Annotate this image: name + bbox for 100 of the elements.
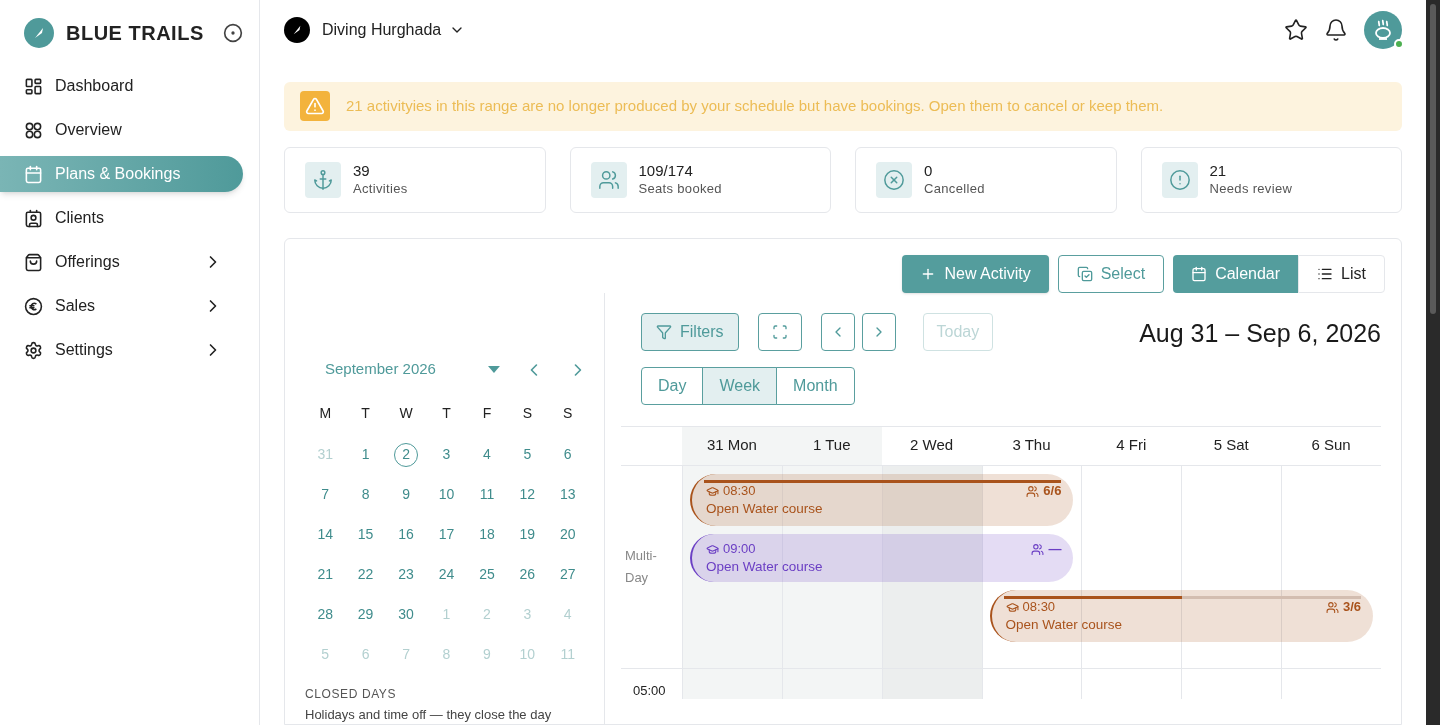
section-heading: CLOSED DAYS [305, 685, 398, 703]
calendar-day[interactable]: 17 [434, 522, 459, 547]
day-header: 2 Wed [881, 426, 982, 466]
users-icon [1026, 484, 1040, 498]
bell-icon[interactable] [1324, 17, 1348, 42]
calendar-day[interactable]: 8 [353, 482, 378, 507]
bag-icon [24, 252, 43, 272]
calendar-icon [24, 164, 43, 184]
calendar-day[interactable]: 29 [353, 602, 378, 627]
prev-week-button[interactable] [820, 312, 855, 351]
range-tab[interactable]: Day [641, 366, 704, 405]
filter-icon [656, 323, 672, 340]
contact-book-icon [24, 208, 43, 228]
nav-item[interactable]: Dashboard [0, 68, 243, 104]
weekday-label: S [521, 403, 533, 423]
event-bar-segment[interactable] [690, 473, 782, 526]
workspace-selector[interactable]: Diving Hurghada [322, 17, 466, 42]
nav-item[interactable]: Overview [0, 112, 243, 148]
calendar-day[interactable]: 25 [474, 562, 499, 587]
stat-value: 21 [1209, 162, 1228, 181]
calendar-day[interactable]: 21 [313, 562, 338, 587]
calendar-day[interactable]: 18 [474, 522, 499, 547]
day-header: 3 Thu [981, 426, 1082, 466]
event-time: 09:00 [723, 540, 756, 559]
stat-value: 39 [353, 162, 371, 181]
calendar-day[interactable]: 5 [515, 442, 540, 467]
event-time: 08:30 [723, 482, 756, 501]
euro-icon [24, 296, 43, 316]
stat-label: Needs review [1209, 180, 1293, 197]
weekday-label: W [398, 403, 414, 423]
star-icon[interactable] [1284, 17, 1308, 42]
calendar-day[interactable]: 20 [555, 522, 580, 547]
calendar-day[interactable]: 10 [434, 482, 459, 507]
day-header: 6 Sun [1281, 426, 1381, 466]
calendar-day[interactable]: 23 [394, 562, 419, 587]
nav-item[interactable]: Sales [0, 288, 243, 324]
calendar-day[interactable]: 28 [313, 602, 338, 627]
calendar-day[interactable]: 1 [353, 442, 378, 467]
calendar-day[interactable]: 15 [353, 522, 378, 547]
filters-button[interactable]: Filters [641, 312, 739, 351]
event-title: Open Water course [1005, 616, 1124, 634]
event-bar-segment[interactable] [1081, 589, 1182, 642]
event-bar-segment[interactable] [989, 589, 1082, 642]
feather-icon [292, 24, 302, 35]
nav-item[interactable]: Offerings [0, 244, 243, 280]
calendar-day[interactable]: 12 [515, 482, 540, 507]
calendar-day[interactable]: 30 [394, 602, 419, 627]
event-bar-segment[interactable] [690, 533, 782, 582]
event-bar-segment[interactable] [781, 533, 882, 582]
weekday-label: S [562, 403, 574, 423]
calendar-day[interactable]: 13 [555, 482, 580, 507]
range-tab[interactable]: Week [702, 366, 778, 405]
event-time: 08:30 [1022, 598, 1056, 617]
event-bar-segment[interactable] [1281, 589, 1373, 642]
nav-item[interactable]: Plans & Bookings [0, 156, 243, 192]
calendar-day[interactable]: 14 [313, 522, 338, 547]
calendar-day[interactable]: 7 [313, 482, 338, 507]
next-week-button[interactable] [861, 312, 896, 351]
user-avatar[interactable] [1364, 10, 1402, 49]
graduation-cap-icon [706, 484, 719, 498]
weekday-label: T [441, 403, 452, 423]
calendar-day[interactable]: 22 [353, 562, 378, 587]
diving-mask-icon [1373, 18, 1393, 41]
record-icon[interactable] [223, 23, 243, 43]
graduation-cap-icon [1005, 600, 1019, 614]
event-bar-segment[interactable] [981, 473, 1074, 526]
stat-value: 109/174 [638, 162, 694, 181]
settings-icon [24, 340, 43, 360]
select-button[interactable]: Select [1057, 254, 1165, 293]
calendar-day[interactable]: 9 [394, 482, 419, 507]
calendar-day[interactable]: 24 [434, 562, 459, 587]
calendar-icon [1191, 265, 1208, 282]
calendar-day[interactable]: 16 [394, 522, 419, 547]
stat-value: 0 [924, 162, 934, 181]
month-label[interactable]: September 2026 [325, 358, 465, 381]
calendar-day[interactable]: 4 [474, 442, 499, 467]
new-activity-button[interactable]: New Activity [902, 254, 1049, 293]
booked-count: — [1048, 540, 1062, 559]
calendar-day[interactable]: 6 [555, 442, 580, 467]
calendar-day[interactable]: 11 [474, 482, 499, 507]
calendar-day[interactable]: 26 [515, 562, 540, 587]
fullscreen-button[interactable] [757, 312, 802, 351]
view-tab[interactable]: Calendar [1173, 254, 1299, 293]
calendar-day[interactable]: 3 [434, 442, 459, 467]
event-bar-segment[interactable] [781, 473, 882, 526]
view-tab[interactable]: List [1298, 254, 1385, 293]
calendar-day[interactable]: 27 [555, 562, 580, 587]
dashboard-icon [24, 76, 43, 96]
weekday-label: M [318, 403, 333, 423]
day-header: 31 Mon [682, 426, 782, 466]
calendar-day[interactable]: 19 [515, 522, 540, 547]
nav-item[interactable]: Settings [0, 332, 243, 368]
event-title: Open Water course [706, 500, 824, 518]
booked-count: 3/6 [1342, 598, 1361, 617]
dropdown-triangle-icon[interactable] [488, 365, 501, 374]
event-bar-segment[interactable] [881, 473, 982, 526]
day-header: 5 Sat [1181, 426, 1282, 466]
range-tab[interactable]: Month [776, 366, 855, 405]
day-header: 4 Fri [1081, 426, 1182, 466]
nav-item[interactable]: Clients [0, 200, 243, 236]
